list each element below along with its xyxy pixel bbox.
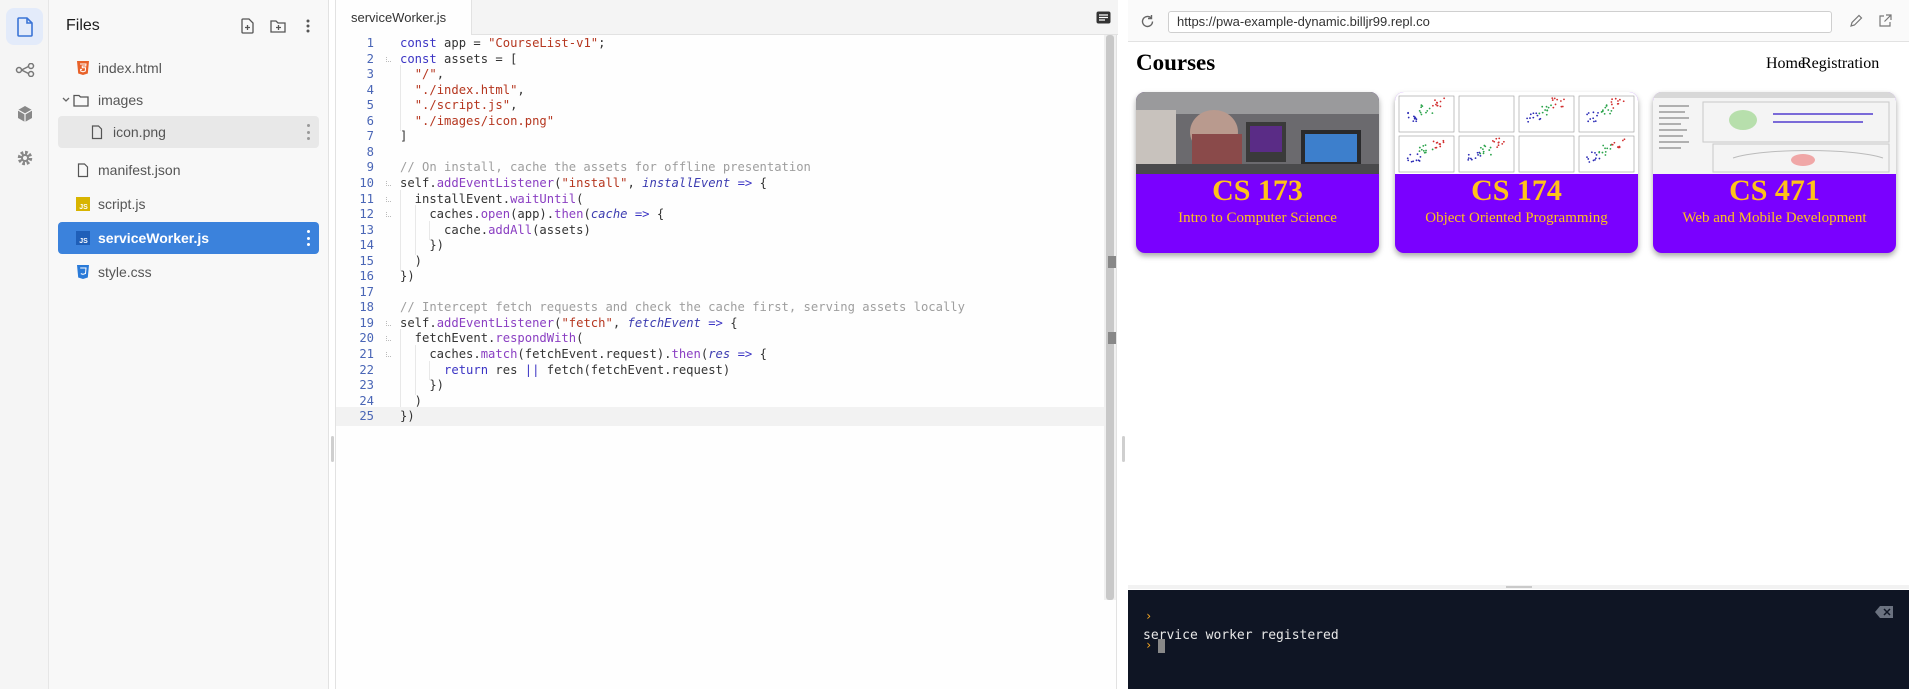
file-item-style-css[interactable]: style.css — [58, 256, 319, 288]
course-card[interactable]: CS 174 Object Oriented Programming — [1395, 92, 1638, 253]
edit-url-icon[interactable] — [1847, 12, 1865, 30]
editor-menu-icon[interactable] — [1094, 8, 1112, 26]
course-card[interactable]: CS 173 Intro to Computer Science — [1136, 92, 1379, 253]
url-input[interactable]: https://pwa-example-dynamic.billjr99.rep… — [1168, 11, 1832, 33]
folder-label: images — [98, 92, 144, 108]
code-editor: serviceWorker.js 1 const app = "CourseLis… — [335, 0, 1118, 689]
fold-toggle-icon[interactable] — [386, 56, 391, 62]
course-photo — [1395, 92, 1638, 174]
course-code: CS 471 — [1729, 174, 1820, 207]
course-name: Intro to Computer Science — [1178, 210, 1337, 226]
new-file-icon[interactable] — [238, 16, 258, 36]
activity-bar — [0, 0, 49, 689]
course-photo — [1136, 92, 1379, 174]
nav-home-link[interactable]: Home — [1766, 55, 1805, 73]
file-options-icon[interactable] — [305, 124, 311, 140]
clear-console-icon[interactable] — [1875, 606, 1893, 618]
more-options-icon[interactable] — [298, 16, 318, 36]
webview-panel: https://pwa-example-dynamic.billjr99.rep… — [1128, 0, 1909, 585]
file-options-icon[interactable] — [305, 230, 311, 246]
folder-icon — [73, 92, 89, 108]
new-folder-icon[interactable] — [268, 16, 288, 36]
console-output: service worker registered — [1143, 628, 1339, 643]
editor-tabbar: serviceWorker.js — [336, 0, 1118, 35]
file-icon — [89, 124, 105, 140]
chevron-down-icon[interactable] — [58, 92, 74, 108]
file-label: script.js — [98, 196, 146, 212]
js-icon: JS — [75, 230, 91, 246]
file-item-index-html[interactable]: index.html — [58, 52, 319, 84]
folder-item-images[interactable]: images — [58, 84, 319, 116]
files-title: Files — [66, 17, 100, 34]
scroll-marker — [1108, 256, 1116, 268]
console-cursor — [1158, 639, 1165, 653]
course-code: CS 173 — [1212, 174, 1303, 207]
fold-toggle-icon[interactable] — [386, 320, 391, 326]
files-icon[interactable] — [6, 8, 43, 45]
scroll-marker — [1108, 332, 1116, 344]
editor-scrollbar[interactable] — [1104, 35, 1116, 600]
refresh-icon[interactable] — [1138, 12, 1156, 30]
files-header: Files — [49, 0, 329, 52]
svg-text:JS: JS — [79, 238, 88, 245]
course-photo — [1653, 92, 1896, 174]
fold-toggle-icon[interactable] — [386, 352, 391, 357]
fold-toggle-icon[interactable] — [386, 180, 391, 186]
css-icon — [75, 264, 91, 280]
file-label: index.html — [98, 60, 162, 76]
file-item-icon-png[interactable]: icon.png — [58, 116, 319, 148]
file-label: style.css — [98, 264, 152, 280]
code-line[interactable]: 25}) — [336, 407, 1106, 427]
site-title: Courses — [1136, 50, 1216, 75]
git-icon[interactable] — [6, 51, 43, 88]
package-icon[interactable] — [6, 95, 43, 132]
open-in-new-tab-icon[interactable] — [1876, 12, 1894, 30]
course-name: Object Oriented Programming — [1425, 210, 1608, 226]
file-item-manifest-json[interactable]: manifest.json — [58, 154, 319, 186]
gear-icon[interactable] — [6, 139, 43, 176]
tab-serviceworker-js[interactable]: serviceWorker.js — [336, 0, 472, 35]
fold-toggle-icon[interactable] — [386, 196, 391, 202]
editor-scrollbar-thumb[interactable] — [1106, 35, 1116, 600]
fold-toggle-icon[interactable] — [386, 336, 391, 342]
console-prompt-icon: › — [1145, 638, 1153, 652]
course-name: Web and Mobile Development — [1682, 210, 1867, 226]
tab-label: serviceWorker.js — [351, 10, 447, 25]
html-icon — [75, 60, 91, 76]
file-item-script-js[interactable]: JS script.js — [58, 188, 319, 220]
file-label: manifest.json — [98, 162, 181, 178]
console-prompt-icon: › — [1145, 609, 1153, 623]
files-panel: Files index.html images icon.png manifes… — [49, 0, 329, 689]
fold-toggle-icon[interactable] — [386, 212, 391, 218]
editor-resize-handle[interactable] — [1122, 436, 1125, 462]
webview-toolbar: https://pwa-example-dynamic.billjr99.rep… — [1128, 0, 1909, 42]
code-text: }) — [400, 409, 415, 424]
files-resize-handle[interactable] — [331, 436, 334, 462]
nav-registration-link[interactable]: Registration — [1801, 55, 1879, 73]
file-label: icon.png — [113, 124, 166, 140]
file-icon — [75, 162, 91, 178]
console-panel[interactable]: › service worker registered › — [1128, 590, 1909, 689]
file-label: serviceWorker.js — [98, 230, 210, 246]
file-item-serviceworker-js[interactable]: JS serviceWorker.js — [58, 222, 319, 254]
js-icon: JS — [75, 196, 91, 212]
course-code: CS 174 — [1471, 174, 1562, 207]
line-number: 25 — [359, 409, 374, 424]
svg-text:JS: JS — [79, 204, 88, 211]
console-resize-handle[interactable] — [1128, 585, 1909, 589]
course-card[interactable]: CS 471 Web and Mobile Development — [1653, 92, 1896, 253]
